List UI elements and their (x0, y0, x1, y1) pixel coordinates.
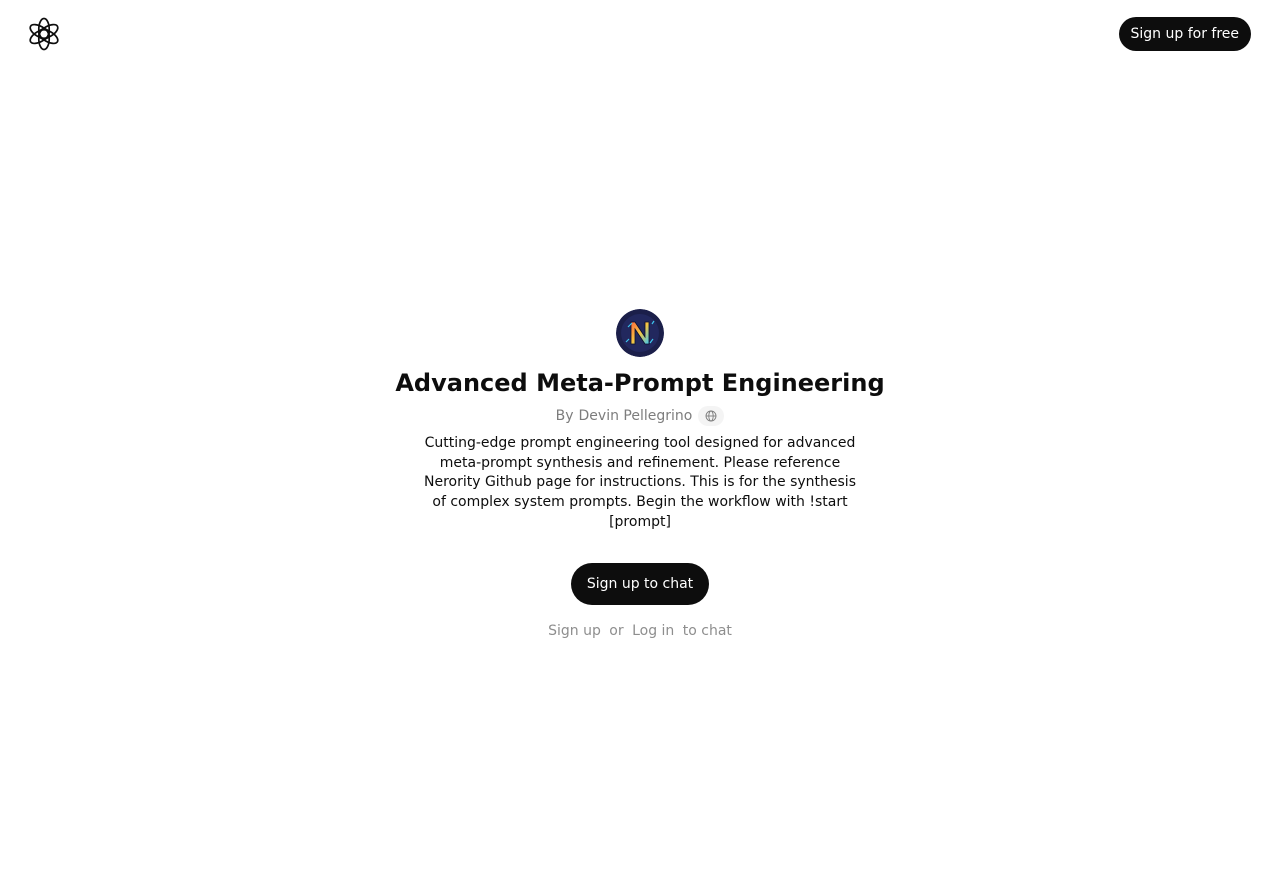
author-byline: By Devin Pellegrino (556, 406, 725, 426)
gpt-description: Cutting-edge prompt engineering tool des… (423, 435, 856, 530)
by-prefix: By (555, 408, 574, 424)
globe-icon[interactable] (698, 406, 725, 426)
or-text: or (609, 622, 624, 639)
gpt-title: Advanced Meta-Prompt Engineering (395, 369, 885, 397)
author-name: Devin Pellegrino (578, 408, 693, 424)
sign-up-for-free-button[interactable]: Sign up for free (1118, 17, 1251, 51)
gpt-avatar (616, 309, 664, 357)
openai-logo-icon[interactable] (27, 17, 61, 51)
gpt-profile: Advanced Meta-Prompt Engineering By Devi… (0, 309, 1280, 641)
page: Sign up for free Advanced Meta-Prompt En… (0, 0, 1280, 885)
sign-up-link[interactable]: Sign up (548, 623, 601, 639)
sign-up-to-chat-button[interactable]: Sign up to chat (570, 562, 710, 605)
log-in-link[interactable]: Log in (632, 623, 674, 639)
to-chat-text: to chat (682, 622, 732, 639)
top-bar: Sign up for free (0, 0, 1280, 68)
auth-links: Sign up or Log in to chat (548, 621, 732, 641)
